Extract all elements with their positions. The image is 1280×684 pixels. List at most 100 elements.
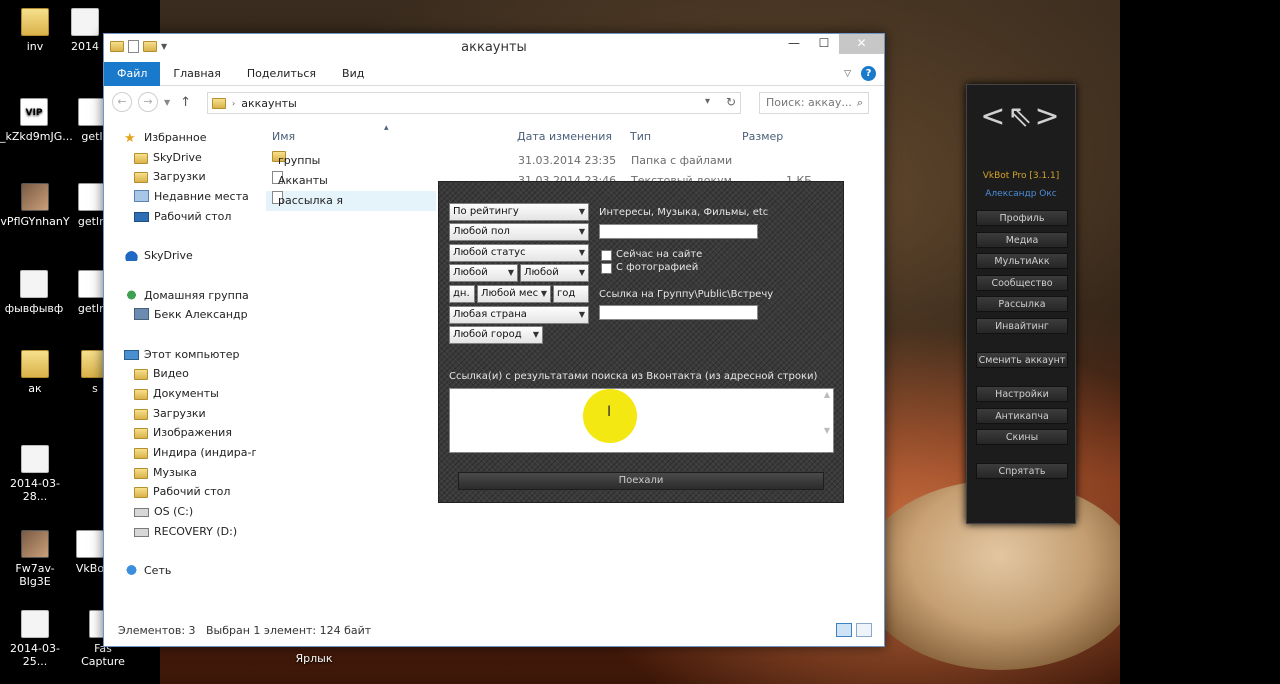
- details-view-icon[interactable]: [836, 623, 852, 637]
- vkbot-version: VkBot Pro [3.1.1]: [982, 171, 1060, 181]
- nav-item-desktop[interactable]: Рабочий стол: [134, 207, 231, 226]
- column-header-date[interactable]: Дата изменения: [517, 124, 612, 149]
- birth-year-field[interactable]: год: [553, 285, 589, 303]
- chevron-down-icon: ▼: [578, 227, 585, 236]
- folder-icon: [21, 8, 49, 36]
- age-to-select[interactable]: Любой ▼: [520, 264, 589, 282]
- column-header-name[interactable]: Имя: [272, 124, 295, 149]
- nav-network[interactable]: Сеть: [124, 561, 171, 580]
- desktop-icon[interactable]: VIP _kZkd9mJG...: [0, 98, 73, 143]
- nav-item-drive-d[interactable]: RECOVERY (D:): [134, 522, 237, 541]
- selection-info: Выбран 1 элемент: 124 байт: [206, 624, 372, 637]
- forward-button[interactable]: →: [138, 92, 158, 112]
- address-row: ← → ▼ ↑ › аккаунты ▾ ↻ Поиск: аккау... ⌕: [104, 86, 884, 118]
- photo-checkbox[interactable]: [601, 263, 612, 274]
- desktop-icon[interactable]: ак: [3, 350, 67, 395]
- birth-month-select[interactable]: Любой мес ▼: [477, 285, 551, 303]
- sort-select[interactable]: По рейтингу ▼: [449, 203, 589, 221]
- address-bar[interactable]: › аккаунты ▾ ↻: [207, 92, 741, 114]
- switch-account-button[interactable]: Сменить аккаунт: [976, 352, 1068, 368]
- profile-button[interactable]: Профиль: [976, 210, 1068, 226]
- document-icon: [21, 610, 49, 638]
- search-input[interactable]: Поиск: аккау... ⌕: [759, 92, 869, 114]
- nav-item-network-pc[interactable]: Индира (индира-пк: [134, 443, 256, 462]
- status-select[interactable]: Любой статус ▼: [449, 244, 589, 262]
- nav-item-skydrive[interactable]: SkyDrive: [134, 148, 202, 167]
- tab-share[interactable]: Поделиться: [234, 62, 329, 86]
- search-icon[interactable]: ⌕: [857, 96, 863, 110]
- inviting-button[interactable]: Инвайтинг: [976, 318, 1068, 334]
- hide-button[interactable]: Спрятать: [976, 463, 1068, 479]
- tab-file[interactable]: Файл: [104, 61, 161, 86]
- chevron-down-icon: ▼: [532, 330, 539, 339]
- search-links-textarea[interactable]: ▲ ▼: [449, 388, 834, 453]
- homegroup-icon: [124, 289, 139, 301]
- tab-view[interactable]: Вид: [329, 62, 377, 86]
- desktop-icon[interactable]: 2014-03-25...: [0, 610, 70, 668]
- folder-icon: [134, 427, 148, 439]
- group-link-input[interactable]: [599, 305, 758, 320]
- breadcrumb-separator-icon: ›: [232, 98, 236, 108]
- tab-home[interactable]: Главная: [160, 62, 234, 86]
- nav-this-pc[interactable]: Этот компьютер: [124, 345, 240, 364]
- column-header-type[interactable]: Тип: [630, 124, 651, 149]
- desktop-icon[interactable]: Fw7av-Blg3E: [0, 530, 70, 588]
- maximize-button[interactable]: ☐: [809, 34, 839, 54]
- nav-item-downloads[interactable]: Загрузки: [134, 167, 206, 186]
- nav-skydrive[interactable]: SkyDrive: [124, 246, 193, 265]
- city-select[interactable]: Любой город ▼: [449, 326, 543, 344]
- desktop-icon[interactable]: 2014-03-28...: [0, 445, 70, 503]
- large-icons-view-icon[interactable]: [856, 623, 872, 637]
- settings-button[interactable]: Настройки: [976, 386, 1068, 402]
- nav-item-documents[interactable]: Документы: [134, 384, 219, 403]
- nav-homegroup-user[interactable]: Бекк Александр: [134, 305, 248, 324]
- chevron-down-icon: ▼: [578, 248, 585, 257]
- help-icon[interactable]: ?: [861, 66, 876, 81]
- nav-item-pictures[interactable]: Изображения: [134, 423, 232, 442]
- gender-select[interactable]: Любой пол ▼: [449, 223, 589, 241]
- nav-item-downloads-pc[interactable]: Загрузки: [134, 404, 206, 423]
- anticaptcha-button[interactable]: Антикапча: [976, 408, 1068, 424]
- minimize-button[interactable]: —: [779, 34, 809, 54]
- age-from-select[interactable]: Любой ▼: [449, 264, 518, 282]
- up-button[interactable]: ↑: [180, 95, 191, 110]
- community-button[interactable]: Сообщество: [976, 275, 1068, 291]
- nav-favorites[interactable]: ★ Избранное: [124, 128, 206, 147]
- mailing-button[interactable]: Рассылка: [976, 296, 1068, 312]
- close-button[interactable]: ✕: [839, 34, 884, 54]
- nav-item-music[interactable]: Музыка: [134, 463, 197, 482]
- nav-item-drive-c[interactable]: OS (C:): [134, 502, 193, 521]
- go-button[interactable]: Поехали: [458, 472, 824, 490]
- document-icon: [71, 8, 99, 36]
- desktop-icon[interactable]: inv: [3, 8, 67, 53]
- file-row-selected[interactable]: рассылка я: [266, 191, 436, 211]
- nav-homegroup[interactable]: Домашняя группа: [124, 286, 249, 305]
- media-button[interactable]: Медиа: [976, 232, 1068, 248]
- nav-item-recent[interactable]: Недавние места: [134, 187, 249, 206]
- refresh-icon[interactable]: ↻: [726, 95, 736, 109]
- multiacc-button[interactable]: МультиАкк: [976, 253, 1068, 269]
- document-icon: [21, 445, 49, 473]
- scrollbar[interactable]: ▲ ▼: [822, 390, 832, 451]
- skins-button[interactable]: Скины: [976, 429, 1068, 445]
- nav-item-desktop-pc[interactable]: Рабочий стол: [134, 482, 230, 501]
- chevron-down-icon[interactable]: ▽: [844, 69, 851, 79]
- column-header-size[interactable]: Размер: [742, 124, 783, 149]
- chevron-down-icon: ▼: [578, 310, 585, 319]
- interests-input[interactable]: [599, 224, 758, 239]
- recent-locations-icon[interactable]: ▼: [164, 98, 170, 107]
- file-row[interactable]: группы 31.03.2014 23:35 Папка с файлами: [266, 151, 866, 171]
- back-button[interactable]: ←: [112, 92, 132, 112]
- breadcrumb[interactable]: аккаунты: [241, 97, 297, 110]
- online-checkbox[interactable]: [601, 250, 612, 261]
- country-select[interactable]: Любая страна ▼: [449, 306, 589, 324]
- desktop-icon[interactable]: фывфывф: [2, 270, 66, 315]
- title-bar[interactable]: ▼ аккаунты — ☐ ✕: [104, 34, 884, 62]
- nav-item-video[interactable]: Видео: [134, 364, 189, 383]
- chevron-down-icon[interactable]: ▾: [705, 96, 710, 107]
- computer-icon: [124, 350, 139, 360]
- desktop-icon[interactable]: vPflGYnhanY: [0, 183, 70, 228]
- desktop-icon[interactable]: Ярлык: [284, 652, 344, 665]
- vkbot-user[interactable]: Александр Окс: [967, 189, 1075, 199]
- birth-day-select[interactable]: дн.: [449, 285, 475, 303]
